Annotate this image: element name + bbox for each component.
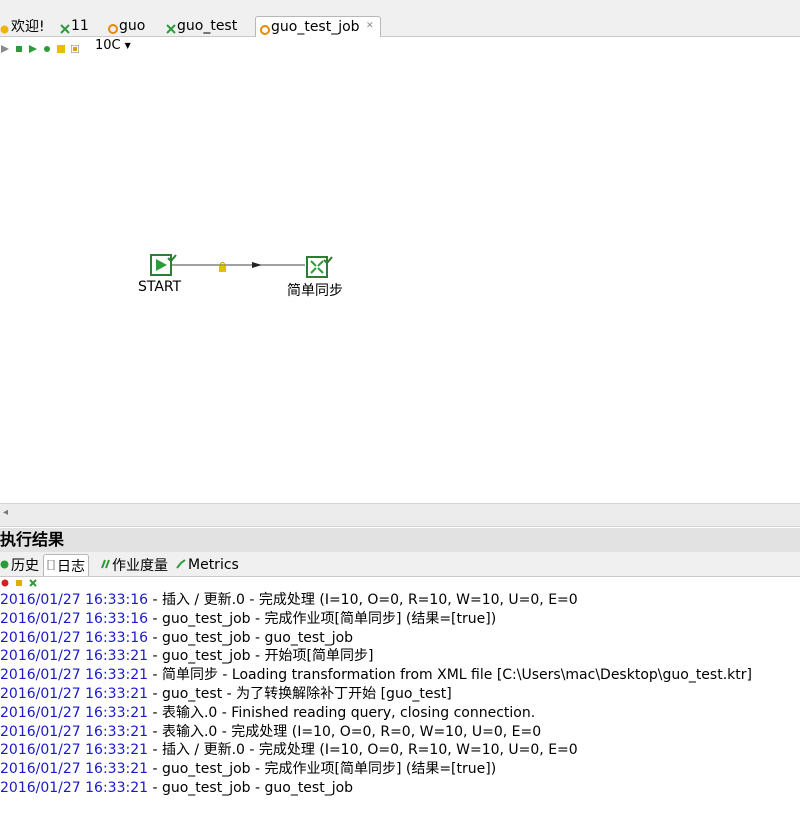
transformation-node[interactable]: 简单同步 [287,256,343,299]
transformation-icon [260,23,270,35]
chevron-down-icon: ▼ [124,40,131,50]
results-tab-bar: 历史 日志 作业度量 Metrics [0,552,800,577]
history-icon [0,557,9,573]
canvas-horizontal-scrollbar[interactable]: ◂ [0,503,800,527]
log-line: 2016/01/27 16:33:21 - guo_test_job - 开始项… [0,647,800,666]
log-output[interactable]: 2016/01/27 16:33:16 - 插入 / 更新.0 - 完成处理 (… [0,591,800,819]
close-icon[interactable]: ✕ [366,21,374,31]
settings-icon[interactable] [29,575,37,591]
log-message: - 表输入.0 - Finished reading query, closin… [148,704,536,721]
tab-11[interactable]: 11 [60,16,89,36]
log-message: - 插入 / 更新.0 - 完成处理 (I=10, O=0, R=10, W=1… [148,592,578,608]
metrics-icon [176,557,186,573]
log-timestamp: 2016/01/27 16:33:16 [0,629,149,646]
log-line: 2016/01/27 16:33:16 - guo_test_job - 完成作… [0,610,800,629]
tab-guo-test[interactable]: guo_test [166,16,237,36]
log-message: - guo_test_job - 开始项[简单同步] [148,648,374,665]
log-timestamp: 2016/01/27 16:33:21 [0,667,149,684]
tab-metrics[interactable]: Metrics [176,554,239,575]
checkmark-icon [167,250,177,266]
tab-guo-test-job[interactable]: guo_test_job ✕ [255,16,381,37]
log-timestamp: 2016/01/27 16:33:21 [0,742,149,759]
editor-tab-bar: 欢迎! 11 guo guo_test guo_test_job ✕ [0,14,800,37]
job-canvas[interactable]: START 简单同步 [0,53,800,503]
zoom-select[interactable]: 10C ▼ [95,38,131,53]
scroll-left-icon[interactable]: ◂ [3,507,8,518]
job-icon [60,22,70,34]
tab-label: 日志 [57,558,85,575]
log-line: 2016/01/27 16:33:21 - guo_test_job - guo… [0,779,800,798]
copy-log-icon[interactable] [15,575,23,591]
log-timestamp: 2016/01/27 16:33:16 [0,592,149,608]
log-toolbar [0,577,37,589]
log-line: 2016/01/27 16:33:21 - 表输入.0 - Finished r… [0,704,800,723]
start-node[interactable]: START [138,254,181,295]
tab-label: 欢迎! [11,19,45,35]
stop-icon[interactable] [15,41,23,52]
log-message: - guo_test_job - guo_test_job [148,629,354,646]
tab-label: guo_test [177,18,238,34]
log-line: 2016/01/27 16:33:21 - 表输入.0 - 完成处理 (I=10… [0,723,800,742]
log-message: - guo_test_job - 完成作业项[简单同步] (结果=[true]) [148,761,497,778]
log-message: - guo_test_job - guo_test_job [148,779,354,796]
lock-icon [218,260,227,276]
log-timestamp: 2016/01/27 16:33:21 [0,779,149,796]
run-icon[interactable] [1,41,9,53]
window-top-strip [0,0,800,14]
clear-log-icon[interactable] [1,575,9,591]
log-line: 2016/01/27 16:33:21 - guo_test - 为了转换解除补… [0,685,800,704]
tab-guo[interactable]: guo [108,16,145,36]
log-timestamp: 2016/01/27 16:33:21 [0,723,149,740]
log-message: - 插入 / 更新.0 - 完成处理 (I=10, O=0, R=10, W=1… [148,742,578,759]
tab-history[interactable]: 历史 [0,554,39,575]
node-label: START [138,279,182,295]
tab-label: 作业度量 [112,557,168,574]
job-metrics-icon [100,557,110,573]
tab-label: 历史 [11,557,39,574]
hop-connection [172,262,305,268]
transformation-icon [108,22,118,34]
tab-label: Metrics [188,556,239,573]
log-message: - 简单同步 - Loading transformation from XML… [148,667,752,684]
node-label: 简单同步 [287,283,343,299]
log-timestamp: 2016/01/27 16:33:21 [0,648,149,665]
tab-label: guo_test_job [271,19,360,35]
log-message: - 表输入.0 - 完成处理 (I=10, O=0, R=0, W=10, U=… [148,723,542,740]
preview-icon[interactable] [57,41,65,53]
settings-icon[interactable] [70,41,80,54]
zoom-value: 10C [95,37,121,53]
log-timestamp: 2016/01/27 16:33:21 [0,704,149,721]
play-icon[interactable] [29,41,37,53]
log-message: - guo_test_job - 完成作业项[简单同步] (结果=[true]) [148,610,497,627]
log-line: 2016/01/27 16:33:16 - 插入 / 更新.0 - 完成处理 (… [0,591,800,610]
job-toolbar: 10C ▼ [0,37,800,54]
debug-icon[interactable] [43,41,51,52]
log-timestamp: 2016/01/27 16:33:16 [0,610,149,627]
log-icon [47,558,55,574]
tab-label: guo [119,18,146,34]
welcome-icon [0,22,9,33]
log-line: 2016/01/27 16:33:21 - guo_test_job - 完成作… [0,760,800,779]
checkmark-icon [323,252,333,268]
log-line: 2016/01/27 16:33:16 - guo_test_job - guo… [0,629,800,648]
tab-job-metrics[interactable]: 作业度量 [100,554,168,575]
tab-log[interactable]: 日志 [43,554,89,576]
log-line: 2016/01/27 16:33:21 - 插入 / 更新.0 - 完成处理 (… [0,741,800,760]
log-line: 2016/01/27 16:33:21 - 简单同步 - Loading tra… [0,666,800,685]
results-panel-title: 执行结果 [0,528,800,552]
log-timestamp: 2016/01/27 16:33:21 [0,761,149,778]
tab-label: 11 [71,18,89,34]
log-message: - guo_test - 为了转换解除补丁开始 [guo_test] [148,685,452,702]
job-icon [166,22,176,34]
log-timestamp: 2016/01/27 16:33:21 [0,685,149,702]
tab-welcome[interactable]: 欢迎! [0,16,45,36]
